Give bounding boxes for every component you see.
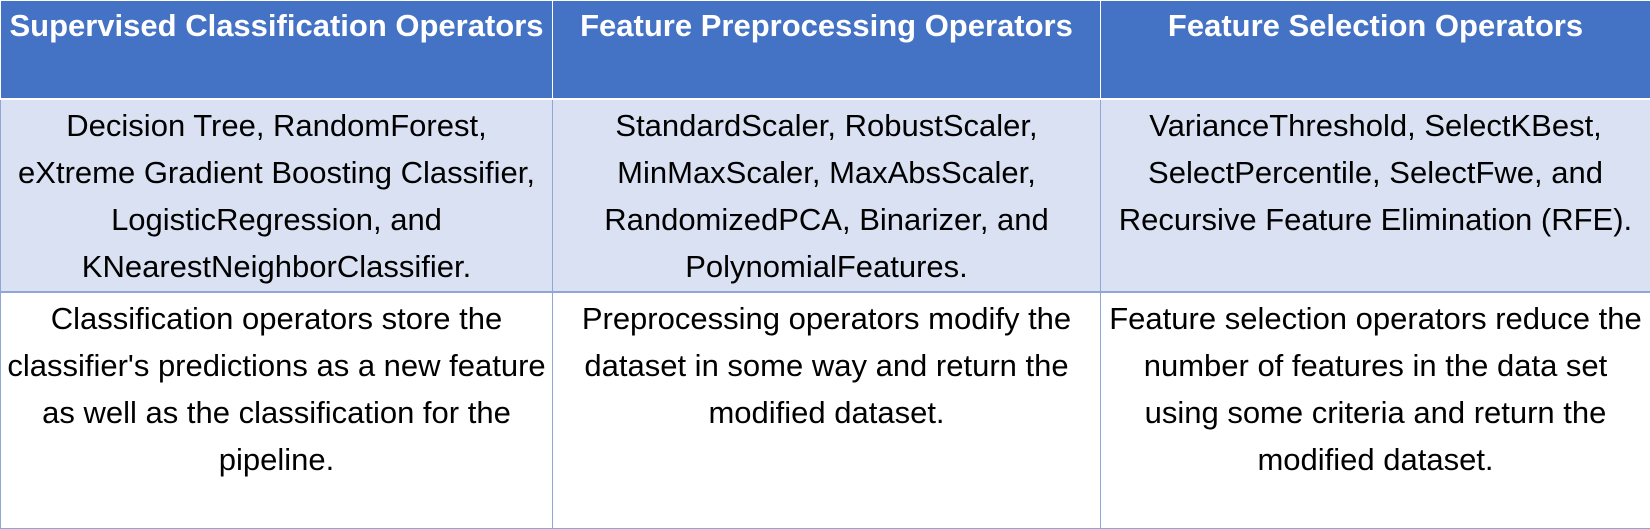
table-header: Supervised Classification Operators Feat… — [0, 0, 1650, 100]
cell-selection-operators: VarianceThreshold, SelectKBest, SelectPe… — [1100, 98, 1650, 293]
header-feature-selection: Feature Selection Operators — [1100, 0, 1650, 100]
header-feature-preprocessing: Feature Preprocessing Operators — [552, 0, 1101, 100]
table-body: Decision Tree, RandomForest, eXtreme Gra… — [0, 98, 1650, 529]
header-supervised-classification: Supervised Classification Operators — [0, 0, 553, 100]
cell-classification-description: Classification operators store the class… — [0, 290, 553, 529]
cell-preprocessing-operators: StandardScaler, RobustScaler, MinMaxScal… — [552, 98, 1101, 293]
operators-row: Decision Tree, RandomForest, eXtreme Gra… — [0, 98, 1650, 293]
cell-selection-description: Feature selection operators reduce the n… — [1100, 290, 1650, 529]
operators-table: Supervised Classification Operators Feat… — [0, 0, 1650, 529]
description-row: Classification operators store the class… — [0, 290, 1650, 529]
header-row: Supervised Classification Operators Feat… — [0, 0, 1650, 100]
cell-classification-operators: Decision Tree, RandomForest, eXtreme Gra… — [0, 98, 553, 293]
cell-preprocessing-description: Preprocessing operators modify the datas… — [552, 290, 1101, 529]
